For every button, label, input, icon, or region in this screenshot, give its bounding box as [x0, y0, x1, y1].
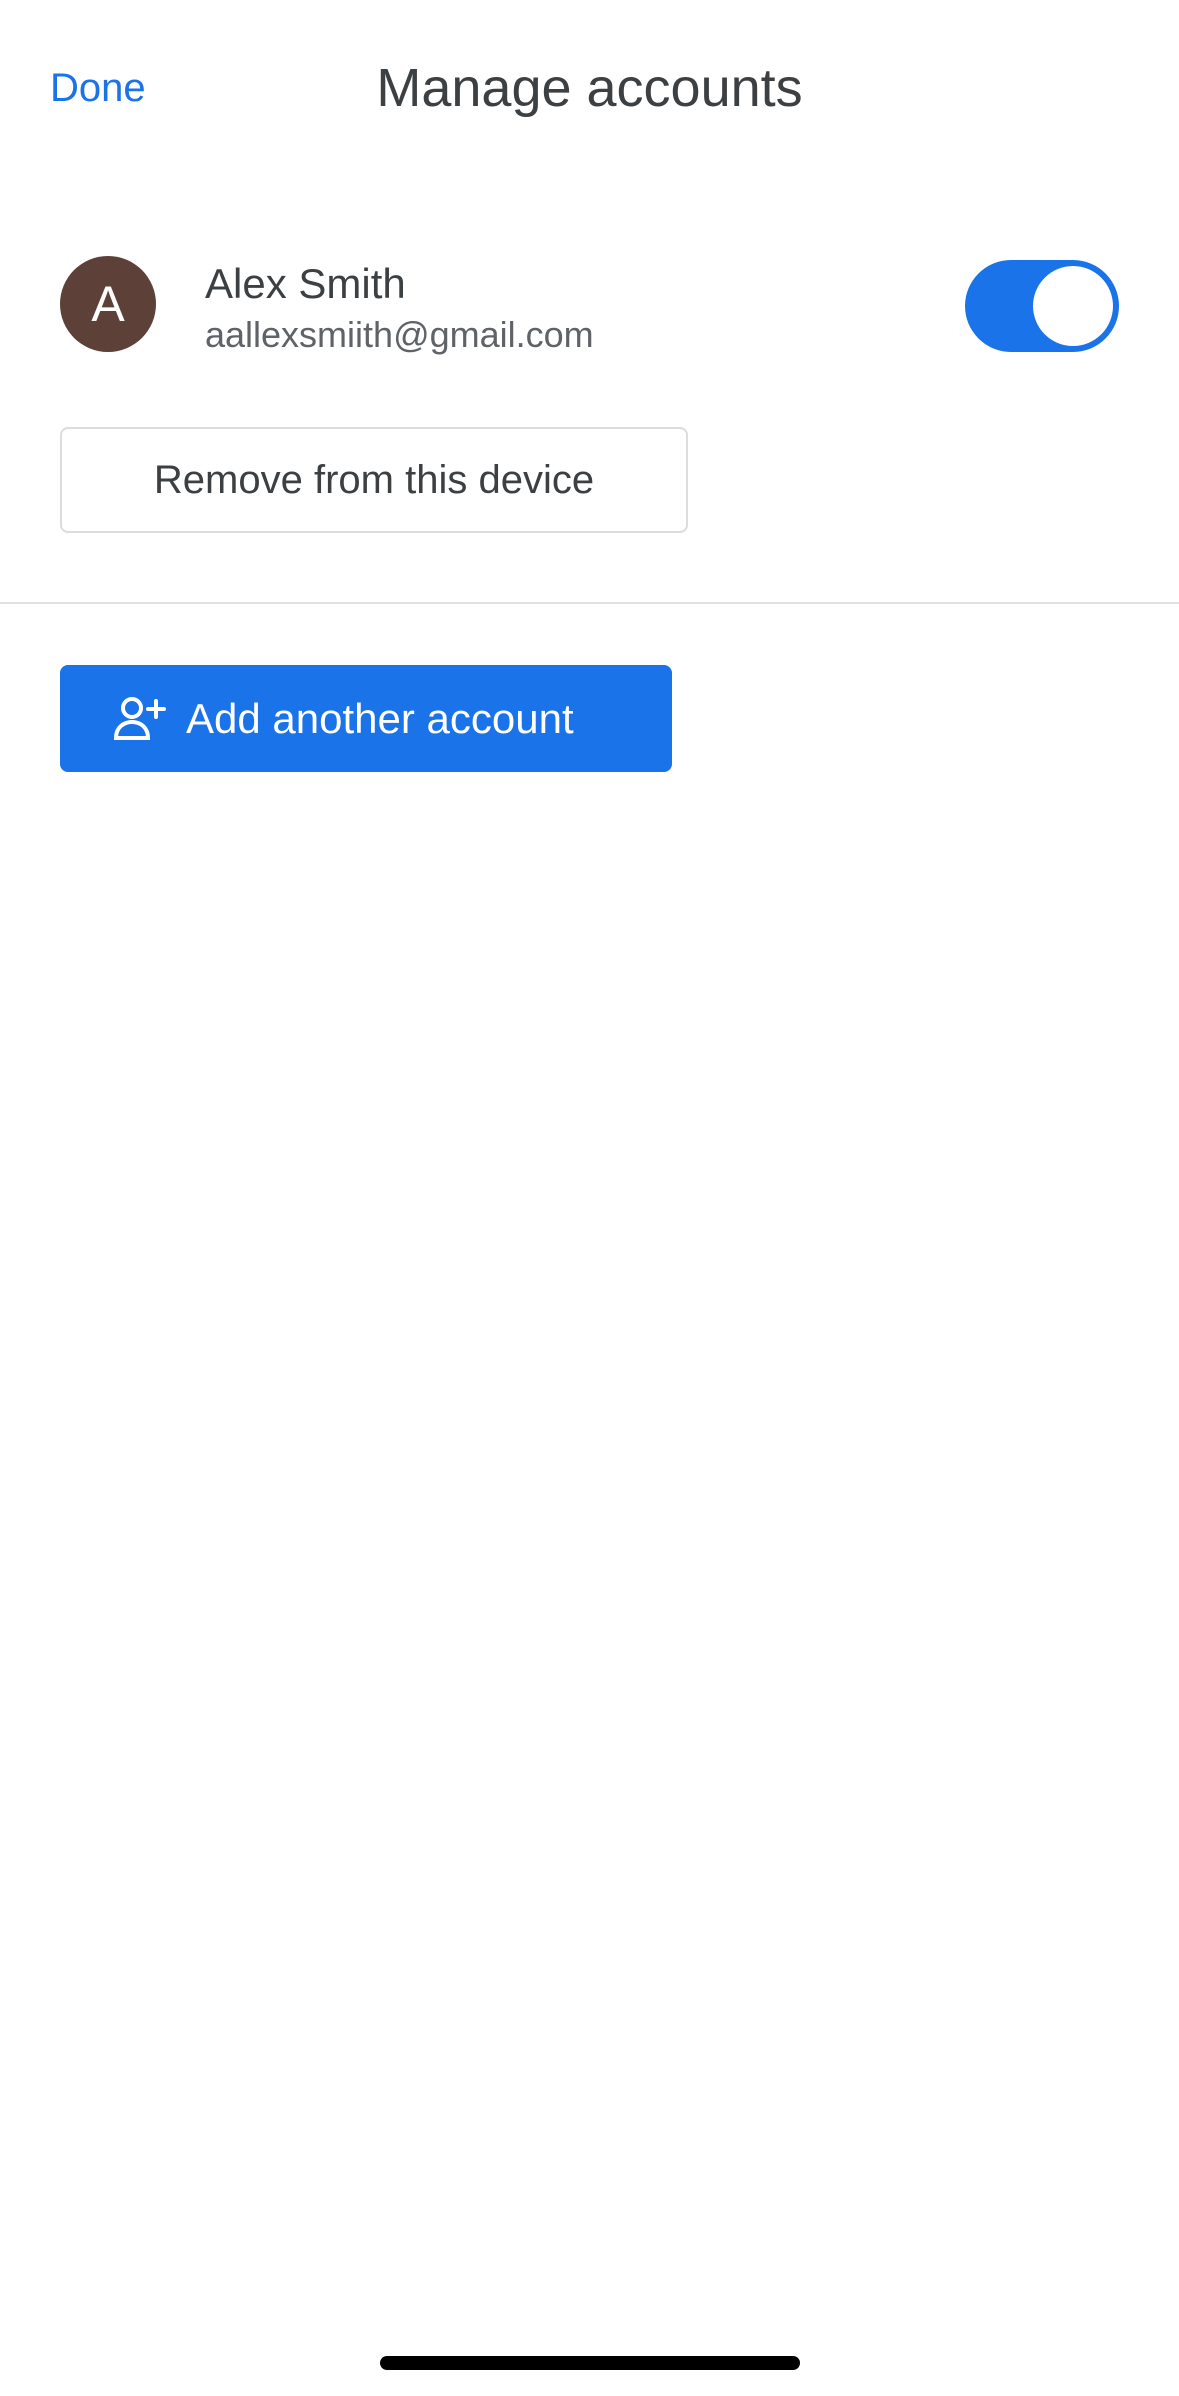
- account-toggle[interactable]: [965, 260, 1119, 352]
- person-add-icon: [113, 695, 166, 741]
- add-another-account-button[interactable]: Add another account: [60, 665, 672, 772]
- page-title: Manage accounts: [376, 58, 803, 118]
- divider: [0, 602, 1179, 604]
- home-indicator: [380, 2356, 800, 2370]
- account-row: A Alex Smith aallexsmiith@gmail.com: [0, 240, 1179, 370]
- remove-from-device-button[interactable]: Remove from this device: [60, 427, 688, 533]
- account-email: aallexsmiith@gmail.com: [205, 314, 594, 355]
- account-name: Alex Smith: [205, 260, 406, 307]
- header: Done Manage accounts: [0, 0, 1179, 175]
- avatar: A: [60, 256, 156, 352]
- add-another-account-label: Add another account: [186, 695, 574, 742]
- toggle-knob: [1033, 266, 1113, 346]
